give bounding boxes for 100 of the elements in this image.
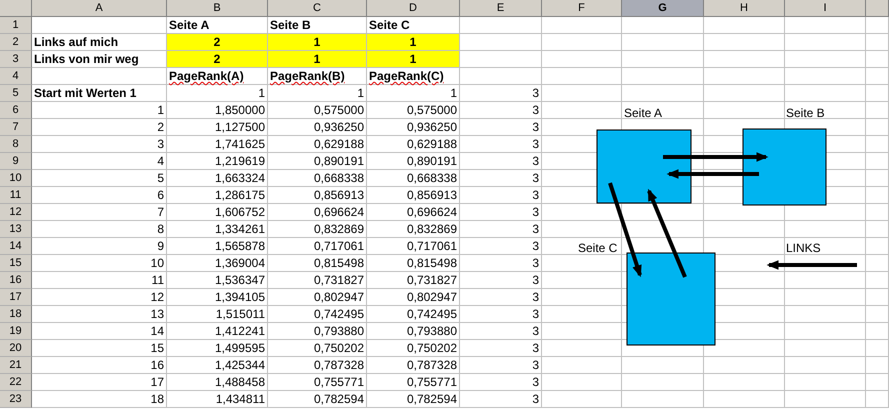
- table-cell: 0,815498: [367, 255, 460, 272]
- table-cell: 16: [32, 357, 167, 374]
- diagram-label: Seite A: [624, 106, 662, 120]
- table-cell: 1,850000: [167, 102, 268, 119]
- table-cell: 3: [460, 204, 542, 221]
- row-header[interactable]: 8: [0, 136, 32, 153]
- table-cell: 3: [460, 119, 542, 136]
- row-header[interactable]: 16: [0, 272, 32, 289]
- row-header[interactable]: 6: [0, 102, 32, 119]
- table-cell: 0,856913: [367, 187, 460, 204]
- row-header[interactable]: 9: [0, 153, 32, 170]
- table-cell: 0,815498: [268, 255, 367, 272]
- table-cell: 3: [460, 289, 542, 306]
- table-cell: 0,696624: [367, 204, 460, 221]
- table-cell: 7: [32, 204, 167, 221]
- table-cell: 0,742495: [268, 306, 367, 323]
- table-cell: 12: [32, 289, 167, 306]
- table-cell: 3: [460, 221, 542, 238]
- column-header[interactable]: B: [167, 0, 268, 17]
- row-header[interactable]: 18: [0, 306, 32, 323]
- row-header[interactable]: 5: [0, 85, 32, 102]
- table-cell: 0,717061: [367, 238, 460, 255]
- table-cell: 0,742495: [367, 306, 460, 323]
- table-cell: 1,425344: [167, 357, 268, 374]
- row-header[interactable]: 2: [0, 34, 32, 51]
- row-header[interactable]: 23: [0, 391, 32, 408]
- table-cell: 0,575000: [268, 102, 367, 119]
- table-cell: PageRank(C): [367, 68, 460, 85]
- diagram-label: Seite B: [786, 106, 825, 120]
- column-header[interactable]: F: [542, 0, 622, 17]
- diagram-label: LINKS: [786, 241, 821, 255]
- table-cell: 0,782594: [268, 391, 367, 408]
- table-cell: 3: [460, 255, 542, 272]
- column-header[interactable]: C: [268, 0, 367, 17]
- row-header[interactable]: 3: [0, 51, 32, 68]
- column-header[interactable]: E: [460, 0, 542, 17]
- table-cell: 0,793880: [268, 323, 367, 340]
- table-cell: 0,696624: [268, 204, 367, 221]
- column-header[interactable]: D: [367, 0, 460, 17]
- row-header[interactable]: 22: [0, 374, 32, 391]
- table-cell: 0,936250: [268, 119, 367, 136]
- table-cell: 3: [460, 102, 542, 119]
- row-header[interactable]: 10: [0, 170, 32, 187]
- table-cell: 1: [167, 85, 268, 102]
- row-header[interactable]: 12: [0, 204, 32, 221]
- table-cell: 0,782594: [367, 391, 460, 408]
- row-header[interactable]: 4: [0, 68, 32, 85]
- row-header[interactable]: 14: [0, 238, 32, 255]
- table-cell: 1,369004: [167, 255, 268, 272]
- table-cell: 0,802947: [268, 289, 367, 306]
- table-cell: 1,286175: [167, 187, 268, 204]
- row-header[interactable]: 13: [0, 221, 32, 238]
- table-cell: 5: [32, 170, 167, 187]
- column-header[interactable]: I: [785, 0, 866, 17]
- table-cell: 1,663324: [167, 170, 268, 187]
- table-cell: 3: [460, 85, 542, 102]
- table-cell: 0,832869: [268, 221, 367, 238]
- row-header[interactable]: 11: [0, 187, 32, 204]
- column-header[interactable]: A: [32, 0, 167, 17]
- table-cell: 2: [167, 51, 268, 68]
- table-cell: 0,668338: [367, 170, 460, 187]
- row-header[interactable]: 7: [0, 119, 32, 136]
- table-cell: 0,750202: [367, 340, 460, 357]
- table-cell: 10: [32, 255, 167, 272]
- column-header[interactable]: [866, 0, 889, 17]
- table-cell: 0,629188: [367, 136, 460, 153]
- table-cell: 3: [460, 323, 542, 340]
- table-cell: 4: [32, 153, 167, 170]
- table-cell: 3: [32, 136, 167, 153]
- column-header[interactable]: H: [704, 0, 785, 17]
- table-cell: 1: [32, 102, 167, 119]
- row-header[interactable]: 20: [0, 340, 32, 357]
- row-header[interactable]: 17: [0, 289, 32, 306]
- table-cell: 3: [460, 170, 542, 187]
- table-cell: 1,499595: [167, 340, 268, 357]
- table-cell: 13: [32, 306, 167, 323]
- table-cell: 0,750202: [268, 340, 367, 357]
- table-cell: 0,890191: [367, 153, 460, 170]
- table-cell: 2: [167, 34, 268, 51]
- table-cell: 9: [32, 238, 167, 255]
- table-cell: 0,629188: [268, 136, 367, 153]
- table-cell: 1,334261: [167, 221, 268, 238]
- table-cell: 1,536347: [167, 272, 268, 289]
- column-header[interactable]: G: [622, 0, 704, 17]
- row-header[interactable]: 1: [0, 17, 32, 34]
- table-cell: 3: [460, 136, 542, 153]
- row-header[interactable]: 19: [0, 323, 32, 340]
- table-cell: 0,936250: [367, 119, 460, 136]
- table-cell: 1,515011: [167, 306, 268, 323]
- table-cell: 1,565878: [167, 238, 268, 255]
- table-cell: PageRank(A): [167, 68, 268, 85]
- corner-header[interactable]: [0, 0, 32, 17]
- table-cell: 1: [268, 51, 367, 68]
- table-cell: 18: [32, 391, 167, 408]
- table-cell: 0,731827: [268, 272, 367, 289]
- table-cell: 0,787328: [367, 357, 460, 374]
- row-header[interactable]: 21: [0, 357, 32, 374]
- row-header[interactable]: 15: [0, 255, 32, 272]
- table-cell: 1,219619: [167, 153, 268, 170]
- table-cell: 17: [32, 374, 167, 391]
